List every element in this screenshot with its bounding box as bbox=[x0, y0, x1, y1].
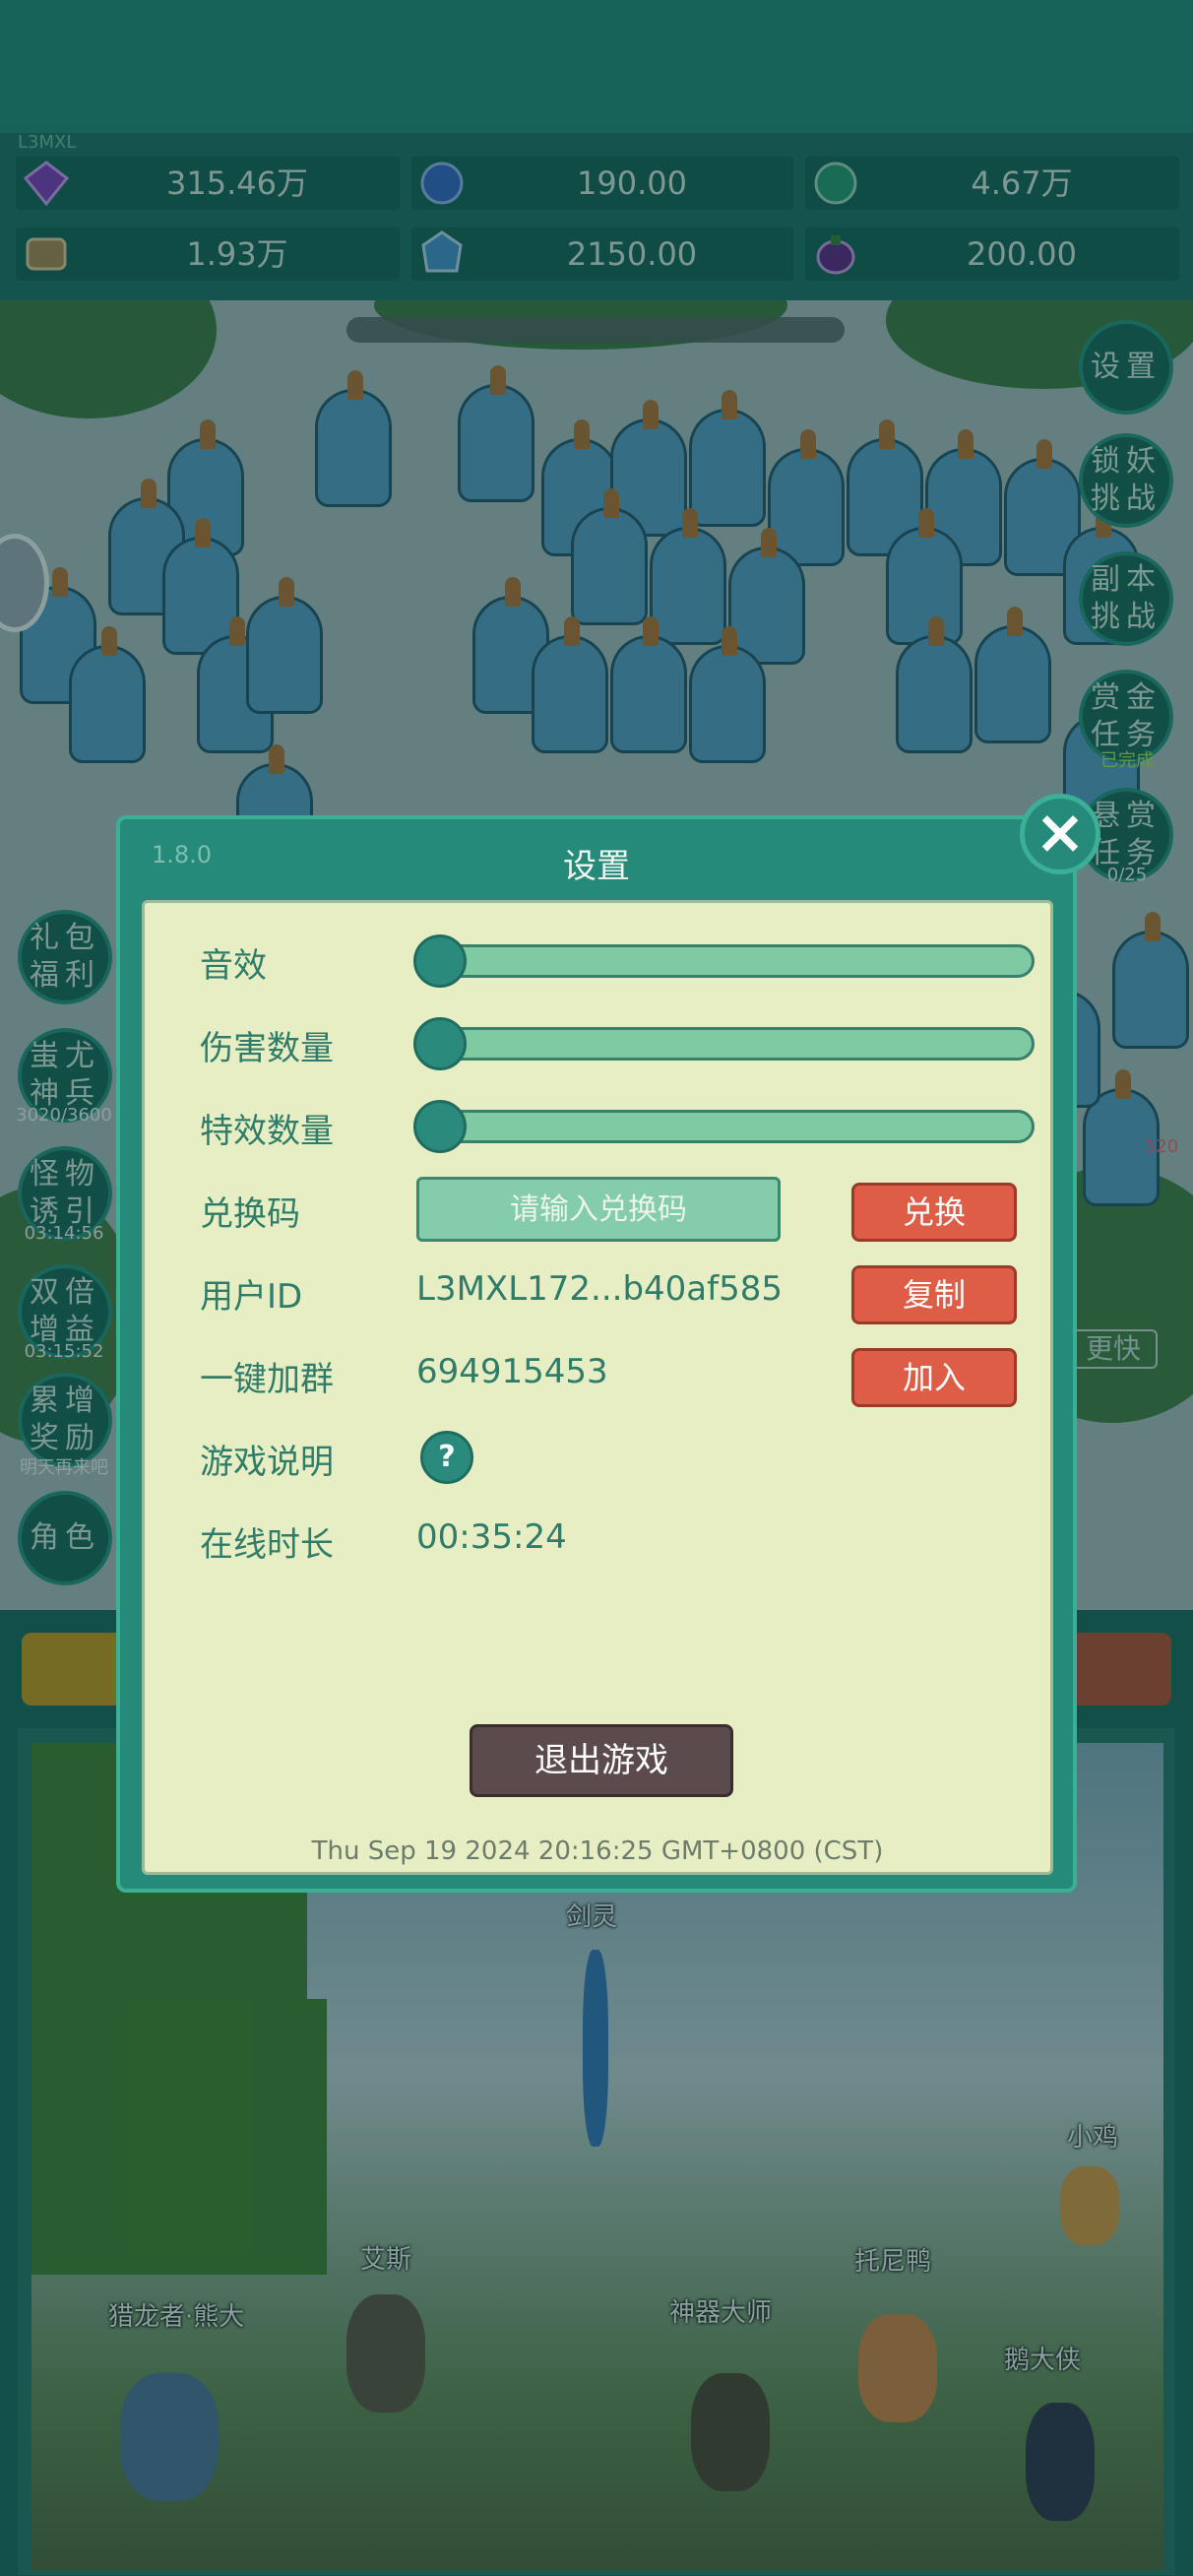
sound-slider[interactable] bbox=[413, 934, 1035, 988]
game-guide-label: 游戏说明 bbox=[200, 1443, 334, 1482]
help-icon[interactable]: ? bbox=[420, 1431, 473, 1484]
join-button[interactable]: 加入 bbox=[851, 1348, 1017, 1407]
slider-knob[interactable] bbox=[413, 1017, 467, 1070]
effect-count-label: 特效数量 bbox=[200, 1112, 334, 1151]
close-icon[interactable]: × bbox=[1020, 794, 1100, 874]
user-id-value: L3MXL172...b40af585 bbox=[416, 1269, 784, 1309]
settings-dialog: 1.8.0 设置 音效 伤害数量 特效数量 兑换码 兑换 用户ID L3MXL1… bbox=[116, 815, 1077, 1893]
online-time-label: 在线时长 bbox=[200, 1525, 334, 1565]
slider-knob[interactable] bbox=[413, 934, 467, 988]
redeem-code-input[interactable] bbox=[416, 1177, 781, 1242]
timestamp: Thu Sep 19 2024 20:16:25 GMT+0800 (CST) bbox=[311, 1836, 884, 1866]
damage-count-slider[interactable] bbox=[413, 1017, 1035, 1070]
user-id-label: 用户ID bbox=[200, 1277, 303, 1317]
effect-count-slider[interactable] bbox=[413, 1100, 1035, 1153]
dialog-title: 设置 bbox=[563, 847, 630, 886]
settings-panel: 音效 伤害数量 特效数量 兑换码 兑换 用户ID L3MXL172...b40a… bbox=[142, 900, 1053, 1875]
exit-game-button[interactable]: 退出游戏 bbox=[470, 1724, 733, 1797]
copy-button[interactable]: 复制 bbox=[851, 1265, 1017, 1324]
redeem-code-label: 兑换码 bbox=[200, 1194, 300, 1234]
slider-knob[interactable] bbox=[413, 1100, 467, 1153]
online-time-value: 00:35:24 bbox=[416, 1517, 567, 1557]
join-group-label: 一键加群 bbox=[200, 1360, 334, 1399]
damage-count-label: 伤害数量 bbox=[200, 1029, 334, 1068]
group-number-value: 694915453 bbox=[416, 1352, 608, 1391]
redeem-button[interactable]: 兑换 bbox=[851, 1183, 1017, 1242]
sound-label: 音效 bbox=[200, 946, 267, 986]
